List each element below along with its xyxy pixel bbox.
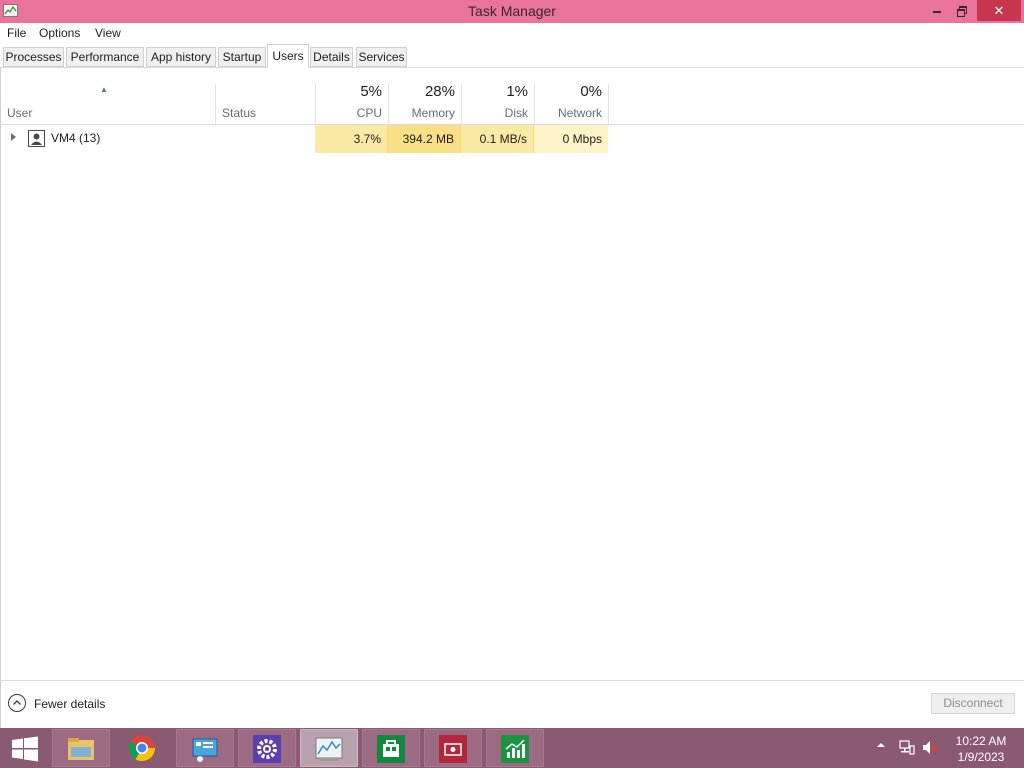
memory-column-label: Memory — [411, 106, 455, 120]
window-title: Task Manager — [468, 3, 556, 19]
network-status-icon[interactable] — [899, 740, 915, 758]
column-header-user[interactable]: User — [7, 106, 32, 120]
disk-column-label: Disk — [504, 106, 528, 120]
volume-muted-icon[interactable] — [922, 740, 939, 758]
restore-icon — [957, 6, 967, 17]
column-header-disk[interactable]: 1% Disk — [461, 80, 534, 124]
user-icon — [28, 130, 45, 147]
menu-options[interactable]: Options — [39, 26, 80, 40]
server-manager-icon — [192, 738, 218, 762]
close-icon: ✕ — [993, 3, 1005, 18]
system-clock[interactable]: 10:22 AM 1/9/2023 — [950, 733, 1012, 765]
title-bar[interactable]: Task Manager ✕ — [0, 0, 1024, 23]
column-header-cpu[interactable]: 5% CPU — [315, 80, 388, 124]
taskbar-store[interactable] — [362, 729, 420, 767]
close-button[interactable]: ✕ — [977, 0, 1021, 21]
taskbar-chrome[interactable] — [114, 729, 172, 767]
network-column-label: Network — [557, 106, 602, 120]
start-button[interactable] — [0, 729, 50, 767]
column-header-status[interactable]: Status — [222, 106, 256, 120]
disk-cell: 0.1 MB/s — [461, 125, 534, 153]
app-icon — [439, 735, 467, 763]
network-total-percent: 0% — [580, 83, 602, 100]
disconnect-button[interactable]: Disconnect — [931, 693, 1015, 714]
chevron-up-icon — [877, 743, 885, 747]
tab-app-history[interactable]: App history — [146, 47, 216, 67]
start-icon — [12, 736, 38, 762]
fewer-details-link[interactable]: Fewer details — [34, 697, 105, 711]
memory-cell: 394.2 MB — [388, 125, 461, 153]
settings-icon — [253, 735, 281, 763]
taskbar-finance[interactable] — [486, 729, 544, 767]
taskbar: 10:22 AM 1/9/2023 — [0, 728, 1024, 768]
taskbar-app[interactable] — [424, 729, 482, 767]
tab-details[interactable]: Details — [310, 47, 353, 67]
finance-icon — [501, 735, 529, 763]
minimize-icon — [933, 11, 941, 13]
show-hidden-icons-button[interactable] — [877, 740, 885, 752]
fewer-details-button[interactable] — [8, 694, 26, 712]
column-header-memory[interactable]: 28% Memory — [388, 80, 461, 124]
cpu-cell: 3.7% — [315, 125, 388, 153]
expand-arrow-icon[interactable] — [11, 133, 16, 141]
file-explorer-icon — [68, 738, 94, 760]
store-icon — [377, 735, 405, 763]
task-manager-icon — [315, 737, 343, 761]
footer-divider — [0, 680, 1024, 681]
clock-time: 10:22 AM — [955, 734, 1007, 748]
minimize-button[interactable] — [924, 0, 950, 21]
chrome-icon — [128, 735, 156, 762]
menu-bar: File Options View — [0, 23, 1024, 43]
tab-processes[interactable]: Processes — [3, 47, 64, 67]
tab-users[interactable]: Users — [267, 44, 309, 68]
taskbar-settings[interactable] — [238, 729, 296, 767]
tab-performance[interactable]: Performance — [66, 47, 144, 67]
cpu-total-percent: 5% — [360, 83, 382, 100]
network-cell: 0 Mbps — [534, 125, 608, 153]
clock-date: 1/9/2023 — [957, 750, 1005, 764]
restore-button[interactable] — [950, 0, 974, 21]
sort-ascending-icon: ▲ — [100, 85, 108, 94]
column-separator[interactable] — [608, 84, 609, 124]
tab-strip: Processes Performance App history Startu… — [0, 44, 1024, 68]
window-left-border — [0, 68, 1, 728]
taskbar-task-manager[interactable] — [300, 729, 358, 767]
memory-total-percent: 28% — [424, 83, 455, 100]
column-header-network[interactable]: 0% Network — [534, 80, 608, 124]
menu-file[interactable]: File — [7, 26, 26, 40]
tab-services[interactable]: Services — [356, 47, 407, 67]
taskbar-server-manager[interactable] — [176, 729, 234, 767]
cpu-column-label: CPU — [356, 106, 382, 120]
column-separator[interactable] — [215, 84, 216, 124]
chevron-up-icon — [13, 700, 21, 705]
task-manager-window: Task Manager ✕ File Options View Process… — [0, 0, 1024, 768]
tab-startup[interactable]: Startup — [218, 47, 266, 67]
disk-total-percent: 1% — [506, 83, 528, 100]
taskbar-file-explorer[interactable] — [52, 729, 110, 767]
menu-view[interactable]: View — [95, 26, 121, 40]
user-name: VM4 (13) — [51, 131, 101, 145]
